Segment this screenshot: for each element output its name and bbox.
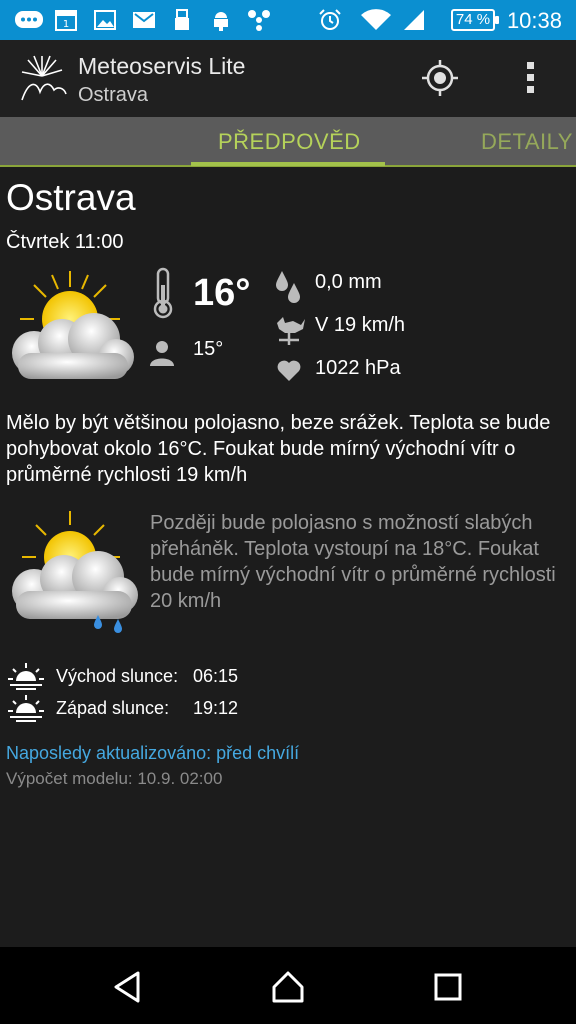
pressure-heart-icon	[277, 360, 301, 381]
precipitation-value: 0,0 mm	[315, 271, 382, 293]
meteoservis-logo-icon	[21, 55, 67, 101]
model-computation-time: Výpočet modelu: 10.9. 02:00	[6, 769, 223, 788]
svg-text:1: 1	[63, 19, 69, 30]
usb-debug-icon	[175, 9, 189, 30]
status-bar: 1 74 % 10:38	[0, 0, 576, 40]
sunset-time: 19:12	[193, 698, 239, 718]
partly-cloudy-icon	[12, 271, 134, 379]
tab-forecast[interactable]: PŘEDPOVĚD	[218, 129, 361, 155]
overflow-menu-button[interactable]	[515, 58, 547, 98]
calendar-icon: 1	[55, 10, 77, 31]
forecast-content: Ostrava Čtvrtek 11:00 16° 15° 0,0 mm V 1…	[0, 167, 576, 947]
sunrise-icon	[8, 663, 44, 690]
temperature: 16°	[193, 272, 251, 314]
gmail-icon	[133, 12, 155, 28]
active-tab-indicator	[191, 162, 385, 166]
pressure-value: 1022 hPa	[315, 357, 401, 379]
battery-indicator: 74 %	[451, 9, 499, 31]
recent-apps-button[interactable]	[430, 969, 466, 1005]
sunrise-time: 06:15	[193, 666, 239, 686]
tab-details[interactable]: DETAILY	[481, 129, 573, 155]
person-icon	[150, 341, 174, 366]
app-title: Meteoservis Lite	[78, 53, 246, 79]
signal-icon	[404, 10, 424, 30]
tab-bar: PŘEDPOVĚD DETAILY	[0, 117, 576, 167]
navigation-bar	[0, 947, 576, 1024]
sunset-icon	[8, 695, 44, 722]
forecast-description: Mělo by být většinou polojasno, beze srá…	[6, 412, 551, 486]
back-button[interactable]	[110, 969, 146, 1005]
sunset-label: Západ slunce:	[56, 698, 170, 718]
forecast-datetime: Čtvrtek 11:00	[6, 231, 124, 253]
locate-button[interactable]	[420, 58, 460, 98]
home-button[interactable]	[270, 969, 306, 1005]
partly-cloudy-showers-icon	[12, 511, 138, 633]
app-subtitle: Ostrava	[78, 84, 149, 106]
feels-like-temperature: 15°	[193, 338, 224, 360]
clock: 10:38	[506, 8, 562, 33]
image-icon	[94, 10, 116, 30]
action-bar: Meteoservis Lite Ostrava	[0, 40, 576, 117]
messages-icon	[15, 11, 43, 28]
alarm-icon	[319, 9, 341, 30]
wind-rooster-icon	[277, 317, 305, 345]
later-forecast-description: Později bude polojasno s možností slabýc…	[150, 512, 556, 612]
wind-value: V 19 km/h	[315, 314, 406, 336]
app-notification-icon	[248, 10, 270, 31]
last-updated-link[interactable]: Naposledy aktualizováno: před chvílí	[6, 743, 299, 764]
thermometer-icon	[153, 267, 173, 319]
sunrise-label: Východ slunce:	[56, 666, 179, 686]
wifi-icon	[361, 9, 391, 31]
city-name: Ostrava	[6, 177, 136, 218]
precipitation-icon	[276, 271, 300, 303]
android-icon	[214, 12, 228, 31]
